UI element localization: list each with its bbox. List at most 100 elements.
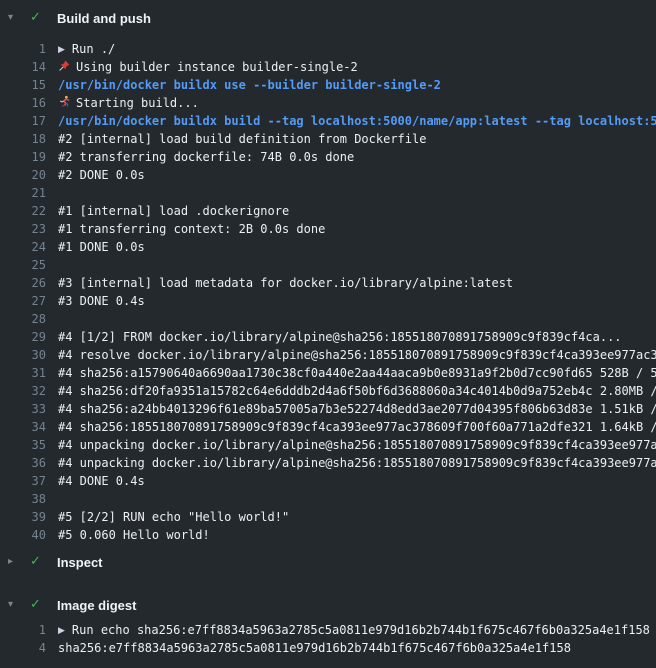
line-text: #2 [internal] load build definition from… <box>58 130 656 148</box>
line-number[interactable]: 15 <box>0 76 46 94</box>
log-line: 1 ▶ Run echo sha256:e7ff8834a5963a2785c5a… <box>0 621 656 639</box>
line-text-content: Run echo sha256:e7ff8834a5963a2785c5a081… <box>72 623 650 637</box>
line-number[interactable]: 39 <box>0 508 46 526</box>
line-number[interactable]: 22 <box>0 202 46 220</box>
line-number[interactable]: 40 <box>0 526 46 544</box>
line-text: /usr/bin/docker buildx use --builder bui… <box>58 76 656 94</box>
log-line: 36 #4 unpacking docker.io/library/alpine… <box>0 454 656 472</box>
chevron-down-icon[interactable]: ▾ <box>8 10 30 26</box>
line-text: #5 [2/2] RUN echo "Hello world!" <box>58 508 656 526</box>
line-number[interactable]: 1 <box>0 621 46 639</box>
line-text <box>58 256 656 274</box>
log-line: 40 #5 0.060 Hello world! <box>0 526 656 544</box>
line-number[interactable]: 36 <box>0 454 46 472</box>
log-line: 37 #4 DONE 0.4s <box>0 472 656 490</box>
line-text: #3 DONE 0.4s <box>58 292 656 310</box>
log-line: 31 #4 sha256:a15790640a6690aa1730c38cf0a… <box>0 364 656 382</box>
line-number[interactable]: 31 <box>0 364 46 382</box>
line-number[interactable]: 26 <box>0 274 46 292</box>
line-number[interactable]: 14 <box>0 58 46 76</box>
section-title: Image digest <box>57 598 136 613</box>
line-number[interactable]: 20 <box>0 166 46 184</box>
line-number[interactable]: 23 <box>0 220 46 238</box>
line-text-content: #1 [internal] load .dockerignore <box>58 204 289 218</box>
line-text: #4 sha256:df20fa9351a15782c64e6dddb2d4a6… <box>58 382 656 400</box>
line-text-content: #4 sha256:df20fa9351a15782c64e6dddb2d4a6… <box>58 384 656 398</box>
line-text: Using builder instance builder-single-2 <box>58 58 656 76</box>
line-text-content: #1 DONE 0.0s <box>58 240 145 254</box>
line-text-content: #4 unpacking docker.io/library/alpine@sh… <box>58 438 656 452</box>
line-text: ▶ Run ./ <box>58 40 656 58</box>
log-line: 14 Using builder instance builder-single… <box>0 58 656 76</box>
line-number[interactable]: 18 <box>0 130 46 148</box>
line-number[interactable]: 32 <box>0 382 46 400</box>
log-section: ▸ ✓ Inspect <box>0 554 656 570</box>
line-number[interactable]: 30 <box>0 346 46 364</box>
log-line: 25 <box>0 256 656 274</box>
line-number[interactable]: 34 <box>0 418 46 436</box>
line-text <box>58 310 656 328</box>
log-line: 21 <box>0 184 656 202</box>
log-line: 39 #5 [2/2] RUN echo "Hello world!" <box>0 508 656 526</box>
check-icon: ✓ <box>30 554 57 570</box>
line-number[interactable]: 25 <box>0 256 46 274</box>
line-text-content: #3 DONE 0.4s <box>58 294 145 308</box>
line-text: #4 sha256:a15790640a6690aa1730c38cf0a440… <box>58 364 656 382</box>
line-text: #4 sha256:185518070891758909c9f839cf4ca3… <box>58 418 656 436</box>
section-header[interactable]: ▾ ✓ Image digest <box>0 597 656 613</box>
line-text <box>58 490 656 508</box>
line-number[interactable]: 29 <box>0 328 46 346</box>
pushpin-icon <box>58 59 71 73</box>
line-text: sha256:e7ff8834a5963a2785c5a0811e979d16b… <box>58 639 656 657</box>
line-text: #4 resolve docker.io/library/alpine@sha2… <box>58 346 656 364</box>
log-line: 22 #1 [internal] load .dockerignore <box>0 202 656 220</box>
log-line: 15 /usr/bin/docker buildx use --builder … <box>0 76 656 94</box>
log-line: 35 #4 unpacking docker.io/library/alpine… <box>0 436 656 454</box>
line-text: #1 DONE 0.0s <box>58 238 656 256</box>
line-text: #1 transferring context: 2B 0.0s done <box>58 220 656 238</box>
line-text-content: /usr/bin/docker buildx build --tag local… <box>58 114 656 128</box>
check-icon: ✓ <box>30 597 57 613</box>
log-line: 20 #2 DONE 0.0s <box>0 166 656 184</box>
chevron-down-icon[interactable]: ▾ <box>8 597 30 613</box>
line-number[interactable]: 35 <box>0 436 46 454</box>
play-icon[interactable]: ▶ <box>58 622 65 639</box>
log-line: 19 #2 transferring dockerfile: 74B 0.0s … <box>0 148 656 166</box>
line-number[interactable]: 21 <box>0 184 46 202</box>
line-text-content: #5 0.060 Hello world! <box>58 528 210 542</box>
line-number[interactable]: 27 <box>0 292 46 310</box>
line-number[interactable]: 28 <box>0 310 46 328</box>
section-header[interactable]: ▸ ✓ Inspect <box>0 554 656 570</box>
line-text-content: Run ./ <box>72 42 115 56</box>
line-text-content: sha256:e7ff8834a5963a2785c5a0811e979d16b… <box>58 641 571 655</box>
line-number[interactable]: 37 <box>0 472 46 490</box>
line-number[interactable]: 17 <box>0 112 46 130</box>
line-text-content: #4 sha256:a24bb4013296f61e89ba57005a7b3e… <box>58 402 656 416</box>
section-header[interactable]: ▾ ✓ Build and push <box>0 10 656 26</box>
line-text: #4 [1/2] FROM docker.io/library/alpine@s… <box>58 328 656 346</box>
line-text-content: #4 sha256:a15790640a6690aa1730c38cf0a440… <box>58 366 656 380</box>
line-number[interactable]: 1 <box>0 40 46 58</box>
chevron-right-icon[interactable]: ▸ <box>8 554 30 570</box>
line-text: #5 0.060 Hello world! <box>58 526 656 544</box>
log-line: 32 #4 sha256:df20fa9351a15782c64e6dddb2d… <box>0 382 656 400</box>
log-line: 30 #4 resolve docker.io/library/alpine@s… <box>0 346 656 364</box>
line-text-content: Starting build... <box>76 96 199 110</box>
log-line: 29 #4 [1/2] FROM docker.io/library/alpin… <box>0 328 656 346</box>
line-text: #4 sha256:a24bb4013296f61e89ba57005a7b3e… <box>58 400 656 418</box>
line-text: #2 DONE 0.0s <box>58 166 656 184</box>
line-number[interactable]: 16 <box>0 94 46 112</box>
workflow-log-panel: ▾ ✓ Build and push 1 ▶Run ./ 14 Using bu… <box>0 10 656 657</box>
line-number[interactable]: 38 <box>0 490 46 508</box>
line-number[interactable]: 33 <box>0 400 46 418</box>
line-text: #1 [internal] load .dockerignore <box>58 202 656 220</box>
line-number[interactable]: 24 <box>0 238 46 256</box>
line-number[interactable]: 4 <box>0 639 46 657</box>
runner-icon <box>58 95 71 109</box>
line-text-content: #2 [internal] load build definition from… <box>58 132 426 146</box>
line-text-content: #4 unpacking docker.io/library/alpine@sh… <box>58 456 656 470</box>
line-number[interactable]: 19 <box>0 148 46 166</box>
line-text: Starting build... <box>58 94 656 112</box>
play-icon[interactable]: ▶ <box>58 41 65 58</box>
log-section: ▾ ✓ Image digest 1 ▶ Run echo sha256:e7ff… <box>0 597 656 657</box>
